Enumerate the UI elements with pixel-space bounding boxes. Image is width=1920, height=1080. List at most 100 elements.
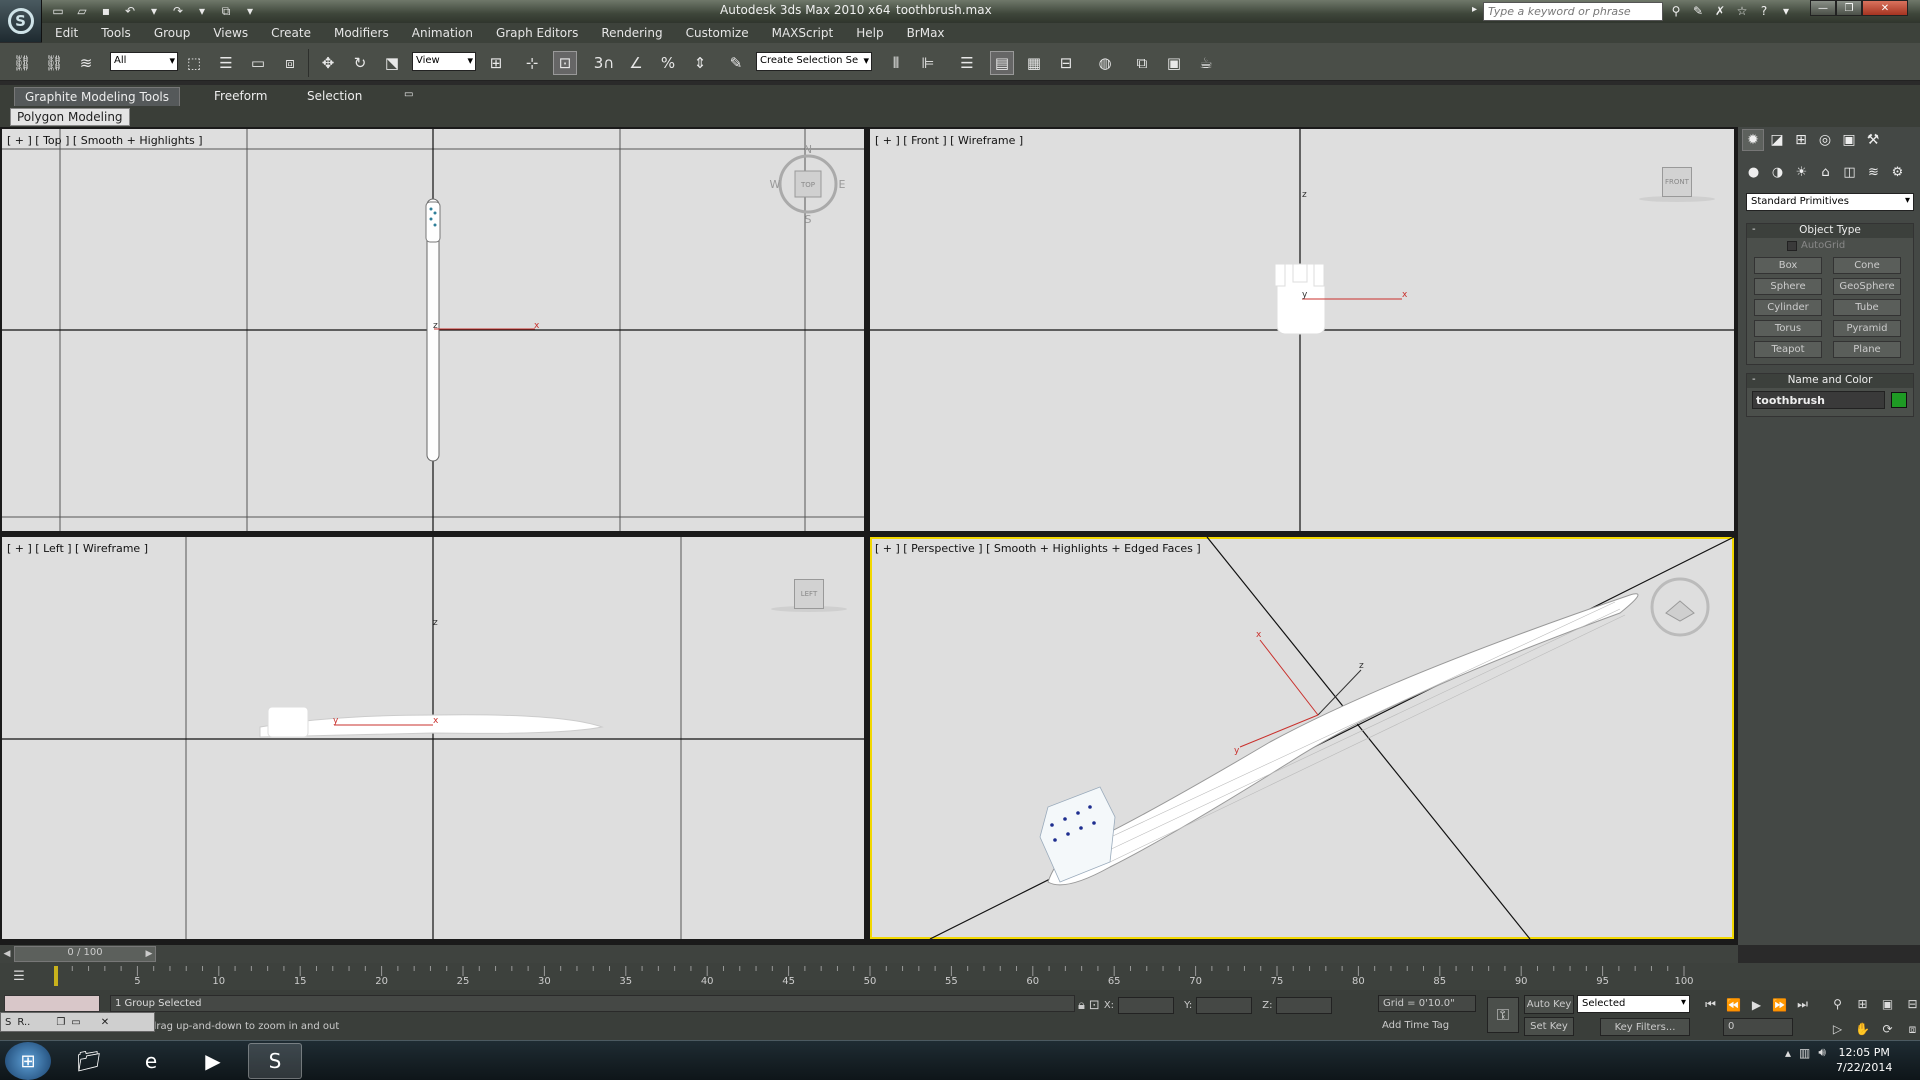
select-and-rotate-icon[interactable]: ↻ (348, 51, 372, 75)
quick-access-menu-icon[interactable]: ▾ (240, 2, 260, 20)
open-mini-curve-editor-icon[interactable]: ☰ (4, 967, 34, 985)
search-expand-icon[interactable]: ▸ (1472, 4, 1482, 18)
cameras-icon[interactable]: ⌂ (1814, 161, 1837, 183)
help-icon[interactable]: ? (1754, 2, 1774, 20)
orbit-icon[interactable]: ⟳ (1876, 1018, 1899, 1042)
go-to-start-icon[interactable]: ⏮ (1700, 995, 1721, 1014)
taskbar-preview-max[interactable]: S R.. ❐ ▭ ✕ (0, 1012, 155, 1032)
motion-tab-icon[interactable]: ◎ (1814, 129, 1836, 151)
selection-filter-select[interactable]: All (110, 52, 178, 71)
render-production-icon[interactable]: ☕ (1194, 51, 1218, 75)
explorer-icon[interactable]: 📁︎ (62, 1043, 116, 1079)
maxscript-listener-mini[interactable] (4, 995, 100, 1012)
keyboard-shortcut-override-icon[interactable]: ⊡ (553, 51, 577, 75)
systems-icon[interactable]: ⚙ (1886, 161, 1909, 183)
current-frame-input[interactable]: 0 (1723, 1018, 1793, 1036)
manipulate-icon[interactable]: ⊹ (520, 51, 544, 75)
redo-dropdown-icon[interactable]: ▾ (192, 2, 212, 20)
menu-maxscript[interactable]: MAXScript (759, 26, 844, 40)
viewport-perspective[interactable]: [ + ] [ Perspective ] [ Smooth + Highlig… (870, 537, 1734, 939)
select-and-scale-icon[interactable]: ⬔ (380, 51, 404, 75)
binoculars-icon[interactable]: ⚲ (1666, 2, 1686, 20)
play-icon[interactable]: ▶ (1746, 995, 1767, 1014)
3ds-max-taskbar-icon[interactable]: S (248, 1043, 302, 1079)
unlink-icon[interactable]: ⛓ (42, 51, 66, 75)
zoom-extents-all-icon[interactable]: ⊟ (1901, 993, 1920, 1016)
field-of-view-icon[interactable]: ▷ (1826, 1018, 1849, 1042)
teapot-button[interactable]: Teapot (1754, 341, 1822, 358)
menu-modifiers[interactable]: Modifiers (321, 26, 399, 40)
favorites-star-icon[interactable]: ☆ (1732, 2, 1752, 20)
rendered-frame-window-icon[interactable]: ▣ (1162, 51, 1186, 75)
viewport-label-top[interactable]: [ + ] [ Top ] [ Smooth + Highlights ] (7, 134, 203, 147)
menu-views[interactable]: Views (200, 26, 258, 40)
tab-freeform[interactable]: Freeform (204, 87, 277, 106)
help-dropdown-icon[interactable]: ▾ (1776, 2, 1796, 20)
geometry-icon[interactable]: ● (1742, 161, 1765, 183)
zoom-all-icon[interactable]: ⊞ (1851, 993, 1874, 1016)
save-file-icon[interactable]: ▪ (96, 2, 116, 20)
close-icon[interactable]: ✕ (1862, 0, 1908, 16)
track-bar[interactable]: ☰ 5 10 15 20 25 30 35 40 45 50 55 60 65 70 75 80 85 90 95 1… (0, 963, 1920, 990)
front-viewcube[interactable]: FRONT (1662, 167, 1692, 197)
set-key-button[interactable]: Set Key (1524, 1017, 1574, 1036)
lock-selection-icon[interactable]: 🔒︎ (1078, 998, 1085, 1013)
select-and-link-icon[interactable]: ⛓ (10, 51, 34, 75)
viewport-left[interactable]: [ + ] [ Left ] [ Wireframe ] y x z LEFT (2, 537, 864, 939)
sphere-button[interactable]: Sphere (1754, 278, 1822, 295)
spinner-snap-icon[interactable]: ⇕ (688, 51, 712, 75)
window-crossing-icon[interactable]: ⧈ (278, 51, 302, 75)
display-tab-icon[interactable]: ▣ (1838, 129, 1860, 151)
show-hidden-icons-icon[interactable]: ▴ (1785, 1046, 1791, 1060)
menu-group[interactable]: Group (141, 26, 201, 40)
zoom-extents-icon[interactable]: ▣ (1876, 993, 1899, 1016)
utilities-tab-icon[interactable]: ⚒ (1862, 129, 1884, 151)
shapes-icon[interactable]: ◑ (1766, 161, 1789, 183)
undo-icon[interactable]: ↶ (120, 2, 140, 20)
autogrid-checkbox[interactable]: AutoGrid (1787, 240, 1845, 251)
auto-key-button[interactable]: Auto Key (1524, 995, 1574, 1014)
viewport-label-front[interactable]: [ + ] [ Front ] [ Wireframe ] (875, 134, 1023, 147)
go-to-end-icon[interactable]: ⏭ (1792, 995, 1813, 1014)
communication-icon[interactable]: ✗ (1710, 2, 1730, 20)
menu-animation[interactable]: Animation (399, 26, 483, 40)
key-filters-button[interactable]: Key Filters... (1600, 1018, 1690, 1036)
name-color-header[interactable]: - Name and Color (1747, 374, 1913, 388)
lights-icon[interactable]: ☀ (1790, 161, 1813, 183)
space-warps-icon[interactable]: ≋ (1862, 161, 1885, 183)
pyramid-button[interactable]: Pyramid (1833, 320, 1901, 337)
redo-icon[interactable]: ↷ (168, 2, 188, 20)
new-file-icon[interactable]: ▭ (48, 2, 68, 20)
set-keys-key-icon[interactable]: ⚿ (1487, 997, 1519, 1033)
add-time-tag[interactable]: Add Time Tag (1378, 1018, 1476, 1036)
menu-customize[interactable]: Customize (673, 26, 759, 40)
cone-button[interactable]: Cone (1833, 257, 1901, 274)
start-button-icon[interactable]: ⊞ (5, 1042, 51, 1080)
network-icon[interactable]: ▥ (1799, 1046, 1810, 1060)
x-coordinate-input[interactable] (1118, 996, 1175, 1014)
snaps-toggle-icon[interactable]: 3 ∩ (592, 51, 616, 75)
menu-edit[interactable]: Edit (42, 26, 88, 40)
z-coordinate-input[interactable] (1276, 996, 1333, 1014)
geosphere-button[interactable]: GeoSphere (1833, 278, 1901, 295)
preview-close-icon[interactable]: ✕ (101, 1017, 109, 1028)
select-by-name-icon[interactable]: ☰ (214, 51, 238, 75)
named-selection-sets-select[interactable]: Create Selection Se (756, 52, 872, 71)
ribbon-options-icon[interactable]: ▭ (394, 87, 423, 106)
viewport-front[interactable]: [ + ] [ Front ] [ Wireframe ] x y z FRON… (870, 129, 1734, 531)
rectangular-selection-icon[interactable]: ▭ (246, 51, 270, 75)
absolute-mode-icon[interactable]: ⊡ (1089, 998, 1100, 1013)
align-icon[interactable]: ⊫ (916, 51, 940, 75)
reference-coordinate-select[interactable]: View (412, 52, 476, 71)
time-slider-thumb[interactable]: 0 / 100 (14, 946, 156, 962)
open-file-icon[interactable]: ▱ (72, 2, 92, 20)
box-button[interactable]: Box (1754, 257, 1822, 274)
bind-to-space-warp-icon[interactable]: ≋ (74, 51, 98, 75)
application-button[interactable]: S (0, 0, 42, 42)
menu-brmax[interactable]: BrMax (894, 26, 955, 40)
menu-create[interactable]: Create (258, 26, 321, 40)
project-folder-icon[interactable]: ⧉ (216, 2, 236, 20)
previous-frame-icon[interactable]: ⏪ (1723, 995, 1744, 1014)
zoom-icon[interactable]: ⚲ (1826, 993, 1849, 1016)
pan-view-icon[interactable]: ✋ (1851, 1018, 1874, 1042)
